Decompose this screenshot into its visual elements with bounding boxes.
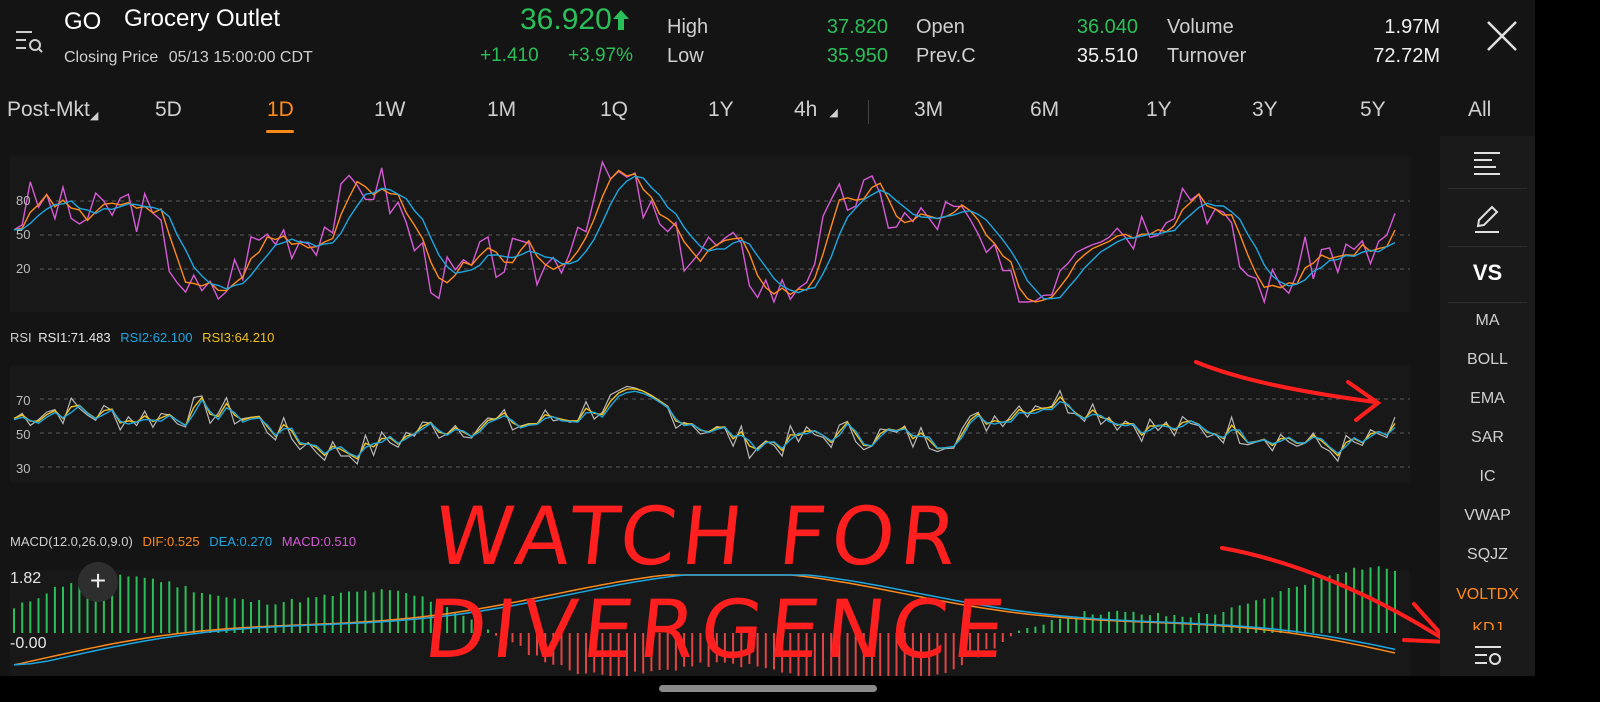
settings-list-icon[interactable] (1473, 644, 1503, 668)
rsi1-value: RSI1:71.483 (38, 330, 111, 345)
vs-button[interactable]: VS (1440, 260, 1535, 286)
pencil-icon[interactable] (1473, 204, 1501, 234)
app-window: GO Grocery Outlet Closing Price 05/13 15… (0, 0, 1535, 702)
sidebar-divider (1448, 246, 1527, 247)
add-indicator-button[interactable]: + (78, 562, 118, 602)
sidebar-item-sar[interactable]: SAR (1440, 429, 1535, 447)
rsi-label: RSI (10, 330, 32, 345)
macd-label: MACD(12.0,26.0,9.0) (10, 534, 133, 549)
plus-icon: + (89, 565, 107, 596)
sidebar-item-vwap[interactable]: VWAP (1440, 507, 1535, 525)
macd-legend: MACD(12.0,26.0,9.0) DIF:0.525 DEA:0.270 … (10, 534, 356, 549)
sidebar-item-ma[interactable]: MA (1440, 312, 1535, 330)
dea-value: DEA:0.270 (209, 534, 273, 549)
macd-zero-value: -0.00 (10, 635, 47, 652)
macd-top-value: 1.82 (10, 570, 42, 587)
sidebar-item-ema[interactable]: EMA (1440, 390, 1535, 408)
rsi2-value: RSI2:62.100 (120, 330, 193, 345)
rsi-legend: RSI RSI1:71.483 RSI2:62.100 RSI3:64.210 (10, 330, 274, 345)
sidebar-item-boll[interactable]: BOLL (1440, 351, 1535, 369)
dif-value: DIF:0.525 (142, 534, 200, 549)
kdj-panel (10, 156, 1410, 312)
sidebar-item-kdj[interactable]: KDJ (1440, 620, 1535, 630)
kdj-level-50: 50 (16, 227, 31, 242)
rsi-level-50: 50 (16, 427, 31, 442)
sidebar-item-sqjz[interactable]: SQJZ (1440, 546, 1535, 564)
rsi-panel (10, 366, 1410, 482)
close-icon[interactable] (1484, 18, 1520, 54)
rsi-level-70: 70 (16, 393, 31, 408)
indicator-sidebar: VS MA BOLL EMA SAR IC VWAP SQJZ VOLTDX K… (1440, 136, 1535, 676)
tab-all[interactable]: All (1468, 98, 1491, 122)
list-icon[interactable] (1472, 150, 1502, 176)
rsi3-value: RSI3:64.210 (202, 330, 275, 345)
annotation-text: WATCH FOR DIVERGENCE (420, 490, 1015, 676)
rsi-level-30: 30 (16, 461, 31, 476)
sidebar-item-ic[interactable]: IC (1440, 468, 1535, 486)
macd-value: MACD:0.510 (281, 534, 357, 549)
sidebar-item-voltdx[interactable]: VOLTDX (1440, 586, 1535, 604)
sidebar-divider (1448, 188, 1527, 189)
kdj-level-20: 20 (16, 261, 31, 276)
kdj-level-80: 80 (16, 193, 31, 208)
sidebar-divider (1448, 302, 1527, 303)
home-indicator[interactable] (659, 685, 877, 692)
